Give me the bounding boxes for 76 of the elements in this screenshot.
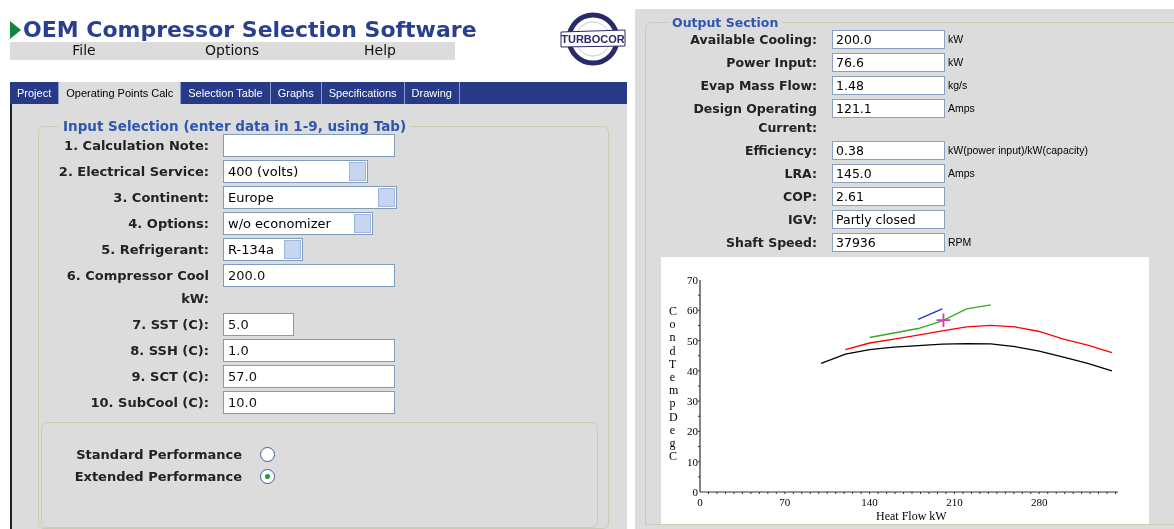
unit-label: kW xyxy=(948,55,964,70)
field-label: Available Cooling: xyxy=(689,31,817,49)
dropdown[interactable]: 400 (volts) xyxy=(223,160,368,183)
radio-button[interactable] xyxy=(260,469,275,484)
output-field: 0.38 xyxy=(832,141,945,160)
input-field[interactable]: 200.0 xyxy=(223,264,395,287)
field-label: IGV: xyxy=(786,211,817,229)
unit-label: kg/s xyxy=(948,78,968,93)
field-label: Power Input: xyxy=(725,54,817,72)
axis-label: Cond Temp Deg C xyxy=(669,305,676,466)
field-label: 8. SSH (C): xyxy=(129,342,209,360)
tick-label: 0 xyxy=(692,486,698,498)
menu-item[interactable]: File xyxy=(10,42,158,60)
field-label: Evap Mass Flow: xyxy=(699,77,817,95)
dropdown[interactable]: Europe xyxy=(223,186,397,209)
output-field: 37936 xyxy=(832,233,945,252)
output-field: 145.0 xyxy=(832,164,945,183)
field-label: 4. Options: xyxy=(127,215,209,233)
section-title: Output Section xyxy=(671,15,780,30)
field-label: 10. SubCool (C): xyxy=(89,394,209,412)
unit-label: RPM xyxy=(948,235,972,250)
unit-label: kW(power input)/kW(capacity) xyxy=(948,143,1089,158)
tick-label: 10 xyxy=(687,455,698,468)
input-field[interactable]: 57.0 xyxy=(223,365,395,388)
tick-label: 70 xyxy=(779,496,791,508)
output-field: 121.1 xyxy=(832,99,945,118)
field-label: 7. SST (C): xyxy=(131,316,209,334)
unit-label: Amps xyxy=(948,166,975,181)
unit-label: Amps xyxy=(948,101,975,116)
field-label: Efficiency: xyxy=(743,142,817,160)
output-field: 2.61 xyxy=(832,187,945,206)
output-field: 76.6 xyxy=(832,53,945,72)
input-field[interactable] xyxy=(223,134,395,157)
field-label: 5. Refrigerant: xyxy=(100,241,209,259)
field-label: LRA: xyxy=(783,165,817,183)
radio-button[interactable] xyxy=(260,447,275,462)
menu-item[interactable]: Options xyxy=(158,42,306,60)
caret-icon xyxy=(354,214,371,233)
caret-icon xyxy=(349,162,366,181)
tick-label: 20 xyxy=(687,425,698,438)
field-label: 2. Electrical Service: xyxy=(57,163,209,181)
tick-label: 40 xyxy=(687,364,698,377)
dropdown[interactable]: R-134a xyxy=(223,238,303,261)
axis-label: Heat Flow kW xyxy=(876,509,947,523)
tab[interactable]: Operating Points Calc xyxy=(59,82,182,104)
field-label: COP: xyxy=(782,188,817,206)
tick-label: 50 xyxy=(687,334,698,347)
input-field[interactable]: 5.0 xyxy=(223,313,294,336)
radio-label: Extended Performance xyxy=(73,469,242,484)
tick-label: 280 xyxy=(1031,496,1048,508)
field-label: 1. Calculation Note: xyxy=(63,137,209,155)
tick-label: 70 xyxy=(687,274,698,286)
caret-icon xyxy=(284,240,301,259)
section-title: Input Selection (enter data in 1-9, using Tab) xyxy=(62,118,408,134)
tick-label: 210 xyxy=(946,496,963,508)
tick-label: 0 xyxy=(697,496,703,508)
app-title: OEM Compressor Selection Software xyxy=(23,17,477,42)
output-field: 1.48 xyxy=(832,76,945,95)
dropdown[interactable]: w/o economizer xyxy=(223,212,373,235)
tick-label: 30 xyxy=(687,395,698,408)
input-field[interactable]: 10.0 xyxy=(223,391,395,414)
output-field: Partly closed xyxy=(832,210,945,229)
radio-label: Standard Performance xyxy=(75,447,242,462)
unit-label: kW xyxy=(948,32,964,47)
tick-label: 140 xyxy=(861,496,878,508)
field-label: Design Operating Current: xyxy=(692,100,817,137)
logo-text: TURBOCOR xyxy=(561,33,625,45)
caret-icon xyxy=(378,188,395,207)
output-field: 200.0 xyxy=(832,30,945,49)
field-label: Shaft Speed: xyxy=(725,234,817,252)
field-label: 9. SCT (C): xyxy=(130,368,209,386)
field-label: 3. Continent: xyxy=(112,189,209,207)
field-label: 6. Compressor Cool kW: xyxy=(65,267,209,308)
input-field[interactable]: 1.0 xyxy=(223,339,395,362)
menu-item[interactable]: Help xyxy=(306,42,454,60)
tick-label: 60 xyxy=(687,304,698,317)
